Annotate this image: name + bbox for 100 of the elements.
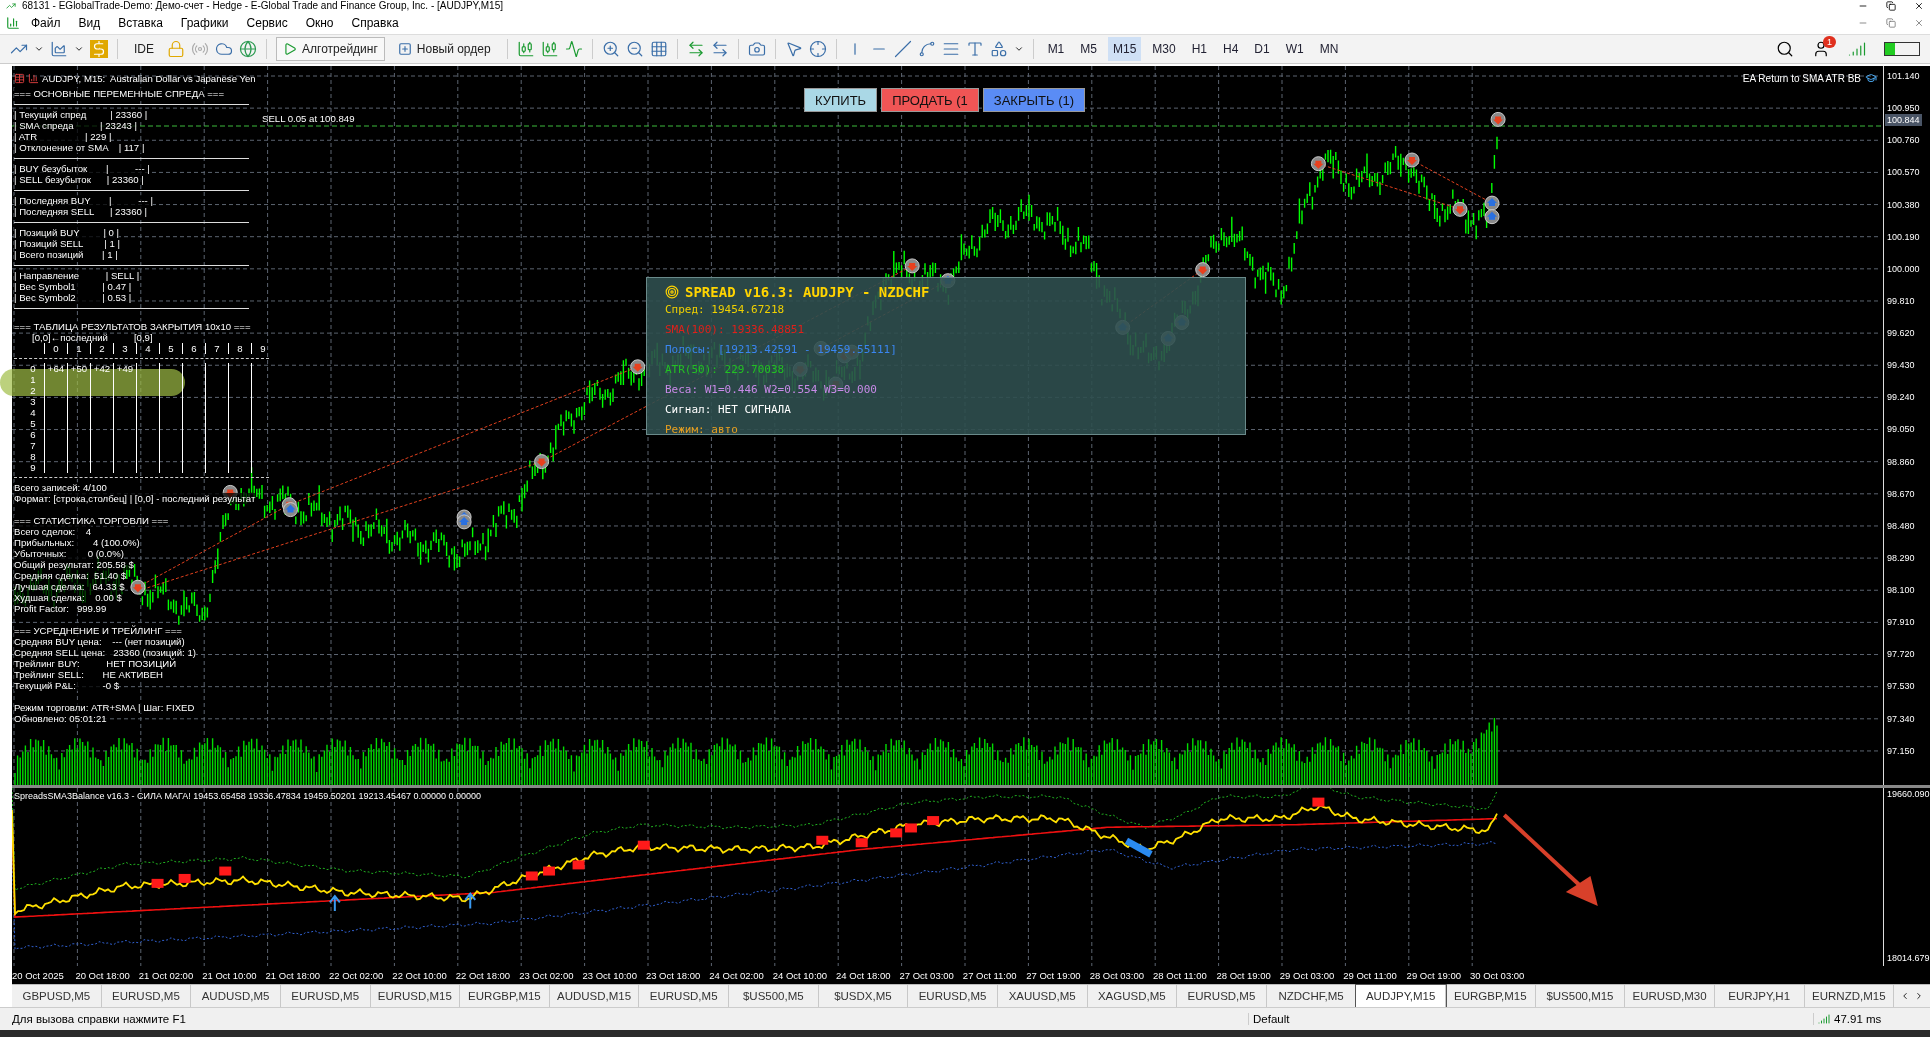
panel-title: SPREAD v16.3: AUDJPY - NZDCHF	[685, 284, 930, 300]
timeframe-button[interactable]: H4	[1218, 37, 1244, 61]
price-label: 97.340	[1886, 712, 1916, 725]
time-label: 24 Oct 02:00	[709, 969, 765, 981]
trade-button[interactable]: ЗАКРЫТЬ (1)	[982, 88, 1086, 112]
table-cell: +49	[113, 363, 136, 374]
crosshair-icon[interactable]	[808, 40, 827, 58]
restore-icon[interactable]	[1886, 1, 1896, 11]
new-order-button[interactable]: Новый ордер	[390, 37, 498, 61]
trade-button[interactable]: ПРОДАТЬ (1	[881, 88, 979, 112]
time-label: 28 Oct 11:00	[1153, 969, 1208, 981]
column-header: 0	[44, 343, 67, 354]
price-label: 97.910	[1886, 616, 1916, 629]
trade-button[interactable]: КУПИТЬ	[804, 88, 878, 112]
timeframe-button[interactable]: MN	[1314, 37, 1344, 61]
table-icon[interactable]	[14, 73, 25, 84]
info-row: | SMA спреда | 23243 |	[14, 120, 138, 131]
section-heading: === ОСНОВНЫЕ ПЕРЕМЕННЫЕ СПРЕДА ===	[14, 88, 225, 99]
timeframe-button[interactable]: W1	[1280, 37, 1309, 61]
profile-name: Default	[1248, 1013, 1813, 1025]
sell-marker-icon	[904, 258, 920, 274]
menu-item[interactable]: Графики	[173, 14, 236, 32]
table-note: Всего записей: 4/100	[14, 482, 107, 493]
line-chart-icon[interactable]	[564, 40, 583, 58]
timeframe-button[interactable]: H1	[1186, 37, 1212, 61]
caret-icon[interactable]	[34, 44, 44, 54]
time-label: 29 Oct 11:00	[1343, 969, 1398, 981]
row-header: 6	[29, 429, 37, 440]
ide-button[interactable]: IDE	[127, 37, 161, 61]
price-label: 97.150	[1886, 744, 1916, 757]
camera-icon[interactable]	[747, 40, 766, 58]
chart-tab[interactable]: AUDJPY,M15	[1356, 985, 1446, 1007]
panel-line: Сигнал: НЕТ СИГНАЛА	[665, 402, 792, 418]
panel-line: Веса: W1=0.446 W2=0.554 W3=0.000	[665, 382, 878, 398]
timeframe-button[interactable]: M15	[1107, 37, 1142, 61]
indicator-title: SpreadsSMA3Balance v16.3 - СИЛА МАГА! 19453.65458 19336.47834 19459.50201 19213.45467 0.00000 0.00000	[14, 791, 481, 801]
signal-icon[interactable]	[1848, 40, 1866, 58]
sell-marker-icon	[1452, 201, 1468, 217]
ping-label: 47.91 ms	[1834, 1013, 1882, 1025]
info-row: | Всего позиций | 1 |	[14, 249, 118, 260]
timeframe-button[interactable]: M1	[1042, 37, 1070, 61]
zoom-in-icon[interactable]	[601, 40, 620, 58]
menu-item[interactable]: Файл	[24, 14, 68, 32]
time-label: 23 Oct 18:00	[645, 969, 702, 981]
time-label: 22 Oct 02:00	[328, 969, 385, 981]
time-label: 27 Oct 19:00	[1026, 969, 1082, 981]
cursor-icon[interactable]	[784, 40, 803, 58]
row-header: 4	[29, 407, 37, 418]
new-order-icon	[397, 42, 412, 56]
caret-icon[interactable]	[74, 44, 84, 54]
table-cell: +64	[44, 363, 67, 374]
menu-item[interactable]: Вид	[71, 14, 108, 32]
info-row: | ATR | 229 |	[14, 131, 112, 142]
app-icon	[6, 1, 16, 11]
table-note: Формат: [строка,столбец] | [0,0] - последний результат	[14, 493, 256, 504]
buy-marker-icon	[1484, 209, 1500, 225]
grid-icon[interactable]	[649, 40, 668, 58]
time-label: 22 Oct 18:00	[455, 969, 512, 981]
column-header: 6	[182, 343, 205, 354]
indicator-label: 18014.679	[1886, 952, 1930, 964]
menu-item[interactable]: Справка	[344, 14, 406, 32]
timeframe-button[interactable]: D1	[1249, 37, 1275, 61]
scroll-icon[interactable]	[686, 40, 705, 58]
trend-line-icon[interactable]	[893, 40, 912, 58]
shapes-icon[interactable]	[989, 40, 1008, 58]
price-label: 97.720	[1886, 648, 1916, 661]
text-icon[interactable]	[965, 40, 984, 58]
globe-icon[interactable]	[239, 40, 257, 58]
close-icon[interactable]	[1914, 1, 1924, 11]
menu-item[interactable]: Окно	[298, 14, 341, 32]
order-label: SELL 0.05 at 100.849	[262, 113, 355, 124]
price-label: 98.670	[1886, 487, 1916, 500]
price-label: 100.000	[1886, 262, 1921, 275]
info-row: | Направление | SELL |	[14, 270, 140, 281]
time-label: 24 Oct 18:00	[836, 969, 892, 981]
menu-item[interactable]: Вставка	[111, 14, 170, 32]
account-icon[interactable]	[1812, 40, 1830, 58]
chart-icon[interactable]	[28, 73, 39, 84]
zoom-out-icon[interactable]	[625, 40, 644, 58]
panel-line: Спред: 19454.67218	[665, 302, 786, 318]
caret-icon[interactable]	[1013, 44, 1024, 54]
algo-trading-button[interactable]: Алготрейдинг	[276, 37, 385, 61]
timeframe-button[interactable]: M5	[1075, 37, 1102, 61]
area-chart-icon[interactable]	[50, 40, 68, 58]
price-label: 100.190	[1886, 230, 1921, 243]
buy-arrow-icon	[464, 892, 477, 910]
price-label: 100.950	[1886, 102, 1921, 115]
timeframe-button[interactable]: M30	[1147, 37, 1181, 61]
row-header: 1	[29, 374, 37, 385]
time-label: 27 Oct 03:00	[899, 969, 955, 981]
menu-item[interactable]: Сервис	[239, 14, 295, 32]
column-header: 1	[67, 343, 90, 354]
row-header: 3	[29, 396, 37, 407]
sell-marker-icon	[630, 359, 646, 375]
time-label: 22 Oct 10:00	[392, 969, 448, 981]
buy-marker-icon	[456, 514, 472, 530]
candlestick-icon[interactable]	[540, 40, 559, 58]
chart-window-icon	[6, 16, 20, 30]
cloud-icon[interactable]	[215, 40, 233, 58]
search-icon[interactable]	[1776, 40, 1794, 58]
